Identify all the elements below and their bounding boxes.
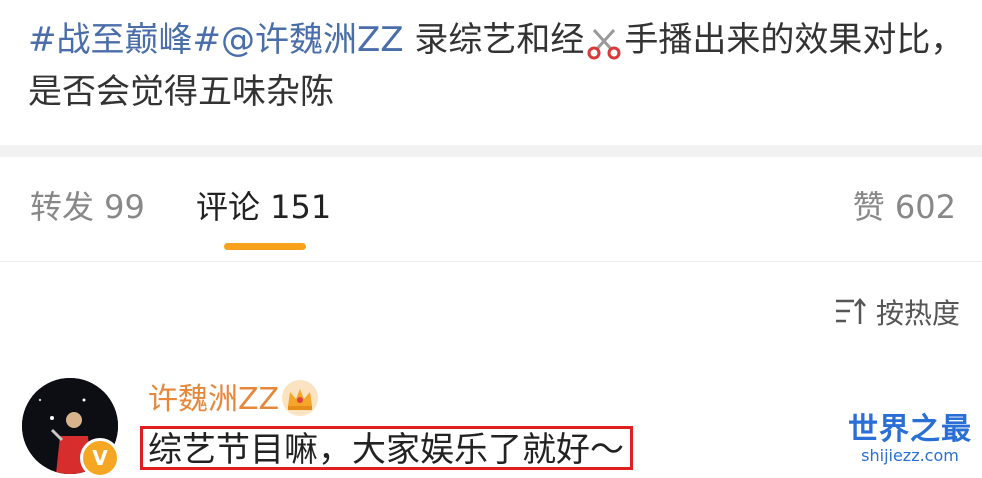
tab-like[interactable]: 赞 602: [853, 187, 956, 227]
verified-icon: V: [80, 438, 120, 478]
mention-link[interactable]: @许魏洲ZZ: [221, 20, 404, 60]
watermark: 世界之最 shijiezz.com: [848, 413, 972, 465]
post-text-part2: 手播出来的效果对比，: [624, 20, 965, 60]
tab-comment[interactable]: 评论 151: [196, 187, 331, 227]
post-text-line2: 是否会觉得五味杂陈: [28, 72, 334, 112]
comment-item: V 许魏洲ZZ 综艺节目嘛，大家娱乐了就好～: [0, 360, 982, 478]
sort-label: 按热度: [875, 297, 960, 330]
topic-link[interactable]: #战至巅峰#: [28, 20, 221, 60]
tab-bar: 转发 99 评论 151 赞 602: [0, 157, 982, 262]
watermark-url: shijiezz.com: [861, 446, 959, 465]
scissors-icon: [587, 28, 621, 59]
active-tab-indicator: [224, 243, 306, 250]
comment-text: 综艺节目嘛，大家娱乐了就好～: [148, 430, 624, 470]
tab-repost[interactable]: 转发 99: [30, 187, 145, 227]
post-text-part1: 录综艺和经: [403, 20, 585, 60]
sort-toggle[interactable]: 按热度: [834, 295, 960, 330]
watermark-title: 世界之最: [848, 412, 972, 447]
section-divider: [0, 145, 982, 157]
crown-icon: [282, 380, 318, 416]
post-text: #战至巅峰#@许魏洲ZZ 录综艺和经 手播出来的效果对比， 是否会觉得五味杂陈: [28, 14, 968, 118]
post-content: #战至巅峰#@许魏洲ZZ 录综艺和经 手播出来的效果对比， 是否会觉得五味杂陈: [0, 0, 982, 145]
comment-username[interactable]: 许魏洲ZZ: [148, 380, 279, 420]
sort-icon: [835, 298, 866, 324]
